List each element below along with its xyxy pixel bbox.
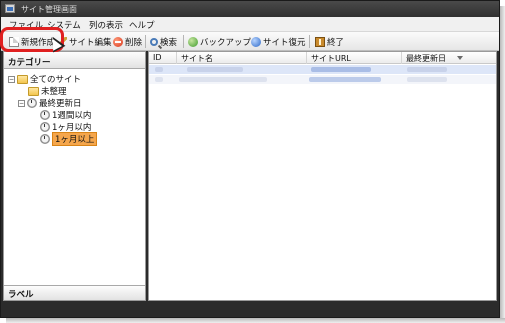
column-header-site-name[interactable]: サイト名 — [181, 53, 213, 64]
clock-icon — [40, 122, 50, 132]
column-header-id[interactable]: ID — [153, 53, 162, 62]
column-divider[interactable] — [401, 52, 402, 64]
row-id-cell — [155, 77, 163, 82]
grid-header: ID サイト名 サイトURL 最終更新日 — [149, 52, 496, 64]
toolbar-separator — [309, 35, 310, 48]
search-button[interactable]: 検索 — [150, 34, 177, 49]
folder-icon — [28, 86, 39, 96]
row-site-url-cell — [309, 77, 381, 82]
label-header: ラベル — [4, 285, 145, 300]
edit-site-button-label: サイト編集 — [69, 37, 112, 48]
app-window: サイト管理画面 ファイル システム 列の表示 ヘルプ 新規作成 サイト編集 削除… — [0, 0, 500, 318]
search-icon — [150, 37, 158, 46]
tree-item-unsorted[interactable]: 未整理 — [28, 85, 67, 97]
menu-bar: ファイル システム 列の表示 ヘルプ — [1, 17, 499, 32]
tree-item-label: 1ヶ月以上 — [52, 132, 98, 146]
tree-item-label: 1週間以内 — [52, 111, 92, 121]
backup-button[interactable]: バックアップ — [188, 34, 251, 49]
app-icon — [5, 4, 15, 13]
delete-button[interactable]: 削除 — [113, 34, 142, 49]
column-divider[interactable] — [306, 52, 307, 64]
toolbar: 新規作成 サイト編集 削除 検索 バックアップ サイト復元 終了 — [1, 32, 499, 51]
clock-icon — [40, 134, 50, 144]
table-row[interactable] — [149, 65, 496, 74]
column-header-last-updated[interactable]: 最終更新日 — [406, 53, 446, 64]
row-last-updated-cell — [407, 67, 447, 72]
clock-icon — [27, 98, 37, 108]
tree-item-within-week[interactable]: 1週間以内 — [40, 109, 91, 121]
delete-button-label: 削除 — [125, 37, 143, 48]
restore-icon — [251, 36, 261, 47]
delete-icon — [113, 36, 123, 47]
menu-column-display[interactable]: 列の表示 — [89, 19, 123, 31]
search-button-label: 検索 — [160, 37, 178, 48]
exit-icon — [315, 36, 325, 47]
window-shadow-bottom — [6, 318, 505, 323]
toolbar-separator — [145, 35, 146, 48]
row-site-name-cell — [179, 77, 267, 82]
table-row[interactable] — [149, 75, 496, 84]
sort-descending-icon — [457, 56, 463, 60]
window-title: サイト管理画面 — [21, 5, 77, 14]
row-site-url-cell — [311, 67, 371, 72]
status-bar — [1, 302, 499, 317]
column-header-site-url[interactable]: サイトURL — [311, 53, 351, 64]
tree-item-label: 未整理 — [41, 87, 67, 97]
restore-site-button[interactable]: サイト復元 — [251, 34, 306, 49]
exit-button-label: 終了 — [327, 37, 345, 48]
restore-site-button-label: サイト復元 — [263, 37, 306, 48]
folder-icon — [17, 74, 28, 84]
row-id-cell — [155, 67, 163, 72]
tree-item-label: 最終更新日 — [39, 99, 82, 109]
collapse-icon[interactable]: − — [18, 99, 25, 107]
exit-button[interactable]: 終了 — [315, 34, 344, 49]
backup-button-label: バックアップ — [200, 37, 252, 48]
backup-icon — [188, 36, 198, 47]
row-site-name-cell — [187, 67, 243, 72]
edit-site-button[interactable]: サイト編集 — [57, 34, 112, 49]
tree-item-label: 全てのサイト — [30, 75, 82, 85]
column-divider[interactable] — [176, 52, 177, 64]
category-header: カテゴリー — [4, 52, 145, 69]
window-shadow-right — [500, 6, 505, 323]
tree-item-all-sites[interactable]: − 全てのサイト — [8, 73, 81, 85]
tree-item-last-updated[interactable]: − 最終更新日 — [18, 97, 82, 109]
menu-help[interactable]: ヘルプ — [129, 19, 155, 31]
tree-item-over-month[interactable]: 1ヶ月以上 — [40, 132, 98, 146]
site-list-panel: ID サイト名 サイトURL 最終更新日 — [148, 51, 497, 301]
row-last-updated-cell — [407, 77, 447, 82]
title-bar[interactable]: サイト管理画面 — [1, 1, 499, 17]
clock-icon — [40, 110, 50, 120]
category-panel: カテゴリー − 全てのサイト 未整理 − 最終更新日 1週間以内 1ヶ月以内 1… — [3, 51, 146, 301]
toolbar-separator — [183, 35, 184, 48]
collapse-icon[interactable]: − — [8, 75, 15, 83]
